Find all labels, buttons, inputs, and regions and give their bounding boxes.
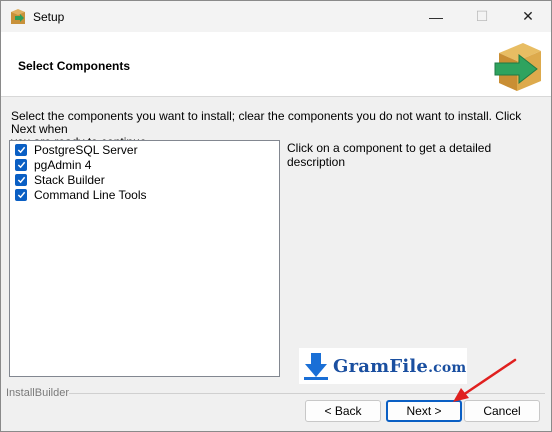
instructions-line-1: Select the components you want to instal… — [11, 109, 522, 136]
minimize-icon: — — [429, 8, 443, 25]
close-icon: ✕ — [522, 8, 534, 24]
minimize-button[interactable]: — — [413, 1, 459, 32]
page-title: Select Components — [18, 59, 131, 73]
checkbox-command-line-tools[interactable] — [15, 188, 27, 201]
watermark-main: GramFile — [333, 355, 429, 377]
components-list[interactable]: PostgreSQL Server pgAdmin 4 Stack Builde… — [9, 140, 280, 377]
installbuilder-label: InstallBuilder — [6, 387, 69, 399]
maximize-button[interactable]: ☐ — [459, 1, 505, 32]
component-label: Command Line Tools — [34, 187, 147, 202]
component-item-pgadmin4[interactable]: pgAdmin 4 — [15, 157, 91, 172]
checkbox-postgresql-server[interactable] — [15, 143, 27, 156]
checkbox-stack-builder[interactable] — [15, 173, 27, 186]
installer-box-arrow-icon — [494, 43, 541, 91]
title-bar: Setup — ☐ ✕ — [1, 1, 551, 32]
back-button[interactable]: < Back — [305, 400, 381, 422]
component-label: pgAdmin 4 — [34, 157, 92, 172]
installer-box-icon — [11, 9, 25, 24]
component-description: Click on a component to get a detailed d… — [287, 141, 492, 169]
annotation-arrow-icon — [453, 358, 517, 402]
checkmark-icon — [17, 161, 25, 169]
component-item-postgresql-server[interactable]: PostgreSQL Server — [15, 142, 138, 157]
setup-window: Setup — ☐ ✕ Select Components Select the… — [0, 0, 552, 432]
component-item-command-line-tools[interactable]: Command Line Tools — [15, 187, 147, 202]
download-arrow-icon — [304, 353, 328, 380]
component-item-stack-builder[interactable]: Stack Builder — [15, 172, 105, 187]
checkmark-icon — [17, 146, 25, 154]
maximize-icon: ☐ — [475, 8, 489, 24]
checkmark-icon — [17, 176, 25, 184]
window-title: Setup — [33, 10, 65, 24]
page-header: Select Components — [1, 32, 551, 97]
component-label: PostgreSQL Server — [34, 142, 138, 157]
close-button[interactable]: ✕ — [505, 1, 551, 32]
component-label: Stack Builder — [34, 172, 105, 187]
checkbox-pgadmin4[interactable] — [15, 158, 27, 171]
checkmark-icon — [17, 191, 25, 199]
